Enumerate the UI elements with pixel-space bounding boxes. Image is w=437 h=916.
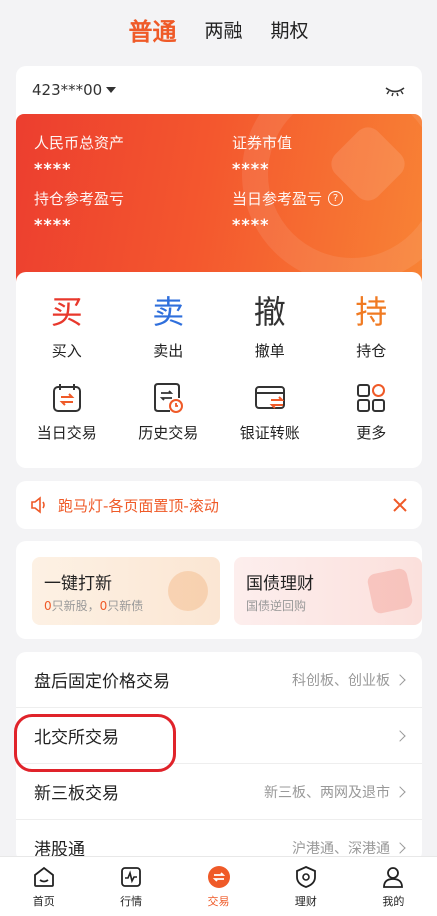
speaker-icon	[31, 496, 45, 514]
card-icon	[366, 567, 414, 615]
position-pl-label: 持仓参考盈亏	[34, 190, 125, 208]
history-doc-icon	[154, 383, 184, 413]
buy-label: 买入	[51, 342, 82, 360]
bond-title: 国债理财	[246, 574, 314, 594]
marquee-text: 跑马灯-各页面置顶-滚动	[58, 496, 219, 515]
trading-menu-list: 盘后固定价格交易 科创板、创业板 北交所交易 新三板交易 新三板、两网及退市 港…	[16, 652, 422, 862]
chevron-right-icon	[394, 729, 406, 742]
list-item-neeq[interactable]: 新三板交易 新三板、两网及退市	[16, 764, 422, 820]
buy-button[interactable]: 买 买入	[16, 290, 118, 361]
day-pl-value: ****	[232, 215, 270, 234]
more-label: 更多	[356, 424, 387, 442]
list-item-hint: 新三板、两网及退市	[264, 784, 390, 801]
sell-button[interactable]: 卖 卖出	[118, 290, 220, 361]
sell-icon: 卖	[152, 293, 185, 331]
account-type-tabs: 普通 两融 期权	[0, 0, 437, 58]
ipo-subtitle: 0只新股，0只新债	[44, 599, 144, 613]
tab-me[interactable]: 我的	[350, 857, 437, 916]
bottom-tab-bar: 首页 行情 交易 理财 我的	[0, 856, 437, 916]
bank-transfer-label: 银证转账	[239, 424, 300, 442]
marquee-notice[interactable]: 跑马灯-各页面置顶-滚动	[16, 481, 422, 529]
account-number: 423***00	[32, 81, 103, 99]
list-item-hint: 科创板、创业板	[292, 672, 390, 689]
chart-pulse-icon	[121, 866, 142, 887]
help-icon[interactable]: ?	[328, 191, 344, 206]
bond-finance-card[interactable]: 国债理财 国债逆回购	[234, 557, 422, 625]
list-item-label: 盘后固定价格交易	[34, 672, 170, 692]
card-transfer-icon	[254, 386, 285, 409]
market-value-value: ****	[232, 159, 270, 178]
list-item-after-hours[interactable]: 盘后固定价格交易 科创板、创业板	[16, 652, 422, 708]
shield-icon	[296, 865, 316, 888]
tab-label: 理财	[294, 894, 317, 908]
tab-home[interactable]: 首页	[0, 857, 87, 916]
chevron-right-icon	[394, 673, 406, 686]
chevron-right-icon	[394, 785, 406, 798]
ipo-subscribe-card[interactable]: 一键打新 0只新股，0只新债	[32, 557, 220, 625]
trade-actions-card: 买 买入 卖 卖出 撤 撤单 持 持仓 当日交易 历史交易 银证转账 更多	[16, 272, 422, 468]
list-item-label: 北交所交易	[34, 728, 119, 748]
tab-label: 我的	[382, 894, 405, 908]
market-value-label: 证券市值	[232, 134, 293, 152]
tab-label: 首页	[32, 894, 55, 908]
tab-normal[interactable]: 普通	[128, 12, 176, 47]
total-assets-value: ****	[34, 159, 72, 178]
tab-wealth[interactable]: 理财	[262, 857, 349, 916]
day-pl-label: 当日参考盈亏	[232, 190, 323, 208]
list-item-bse[interactable]: 北交所交易	[16, 708, 422, 764]
positions-icon: 持	[355, 293, 388, 331]
user-icon	[383, 866, 404, 888]
today-trades-label: 当日交易	[36, 424, 97, 442]
tab-market[interactable]: 行情	[87, 857, 174, 916]
promo-card: 一键打新 0只新股，0只新债 国债理财 国债逆回购	[16, 541, 422, 639]
account-card: 423***00 人民币总资产 **** 证券市值 **** 持仓参考盈亏 **…	[16, 66, 422, 324]
buy-icon: 买	[50, 293, 83, 331]
total-assets-label: 人民币总资产	[34, 134, 125, 152]
position-pl-value: ****	[34, 215, 72, 234]
tab-label: 交易	[207, 894, 230, 908]
ipo-title: 一键打新	[44, 574, 112, 594]
home-icon	[33, 866, 54, 887]
trade-exchange-icon	[207, 865, 230, 888]
hide-eye-icon[interactable]	[384, 83, 406, 97]
sell-label: 卖出	[153, 342, 184, 360]
more-button[interactable]: 更多	[321, 380, 423, 443]
cancel-order-label: 撤单	[254, 342, 285, 360]
tab-label: 行情	[120, 894, 143, 908]
tab-margin[interactable]: 两融	[204, 16, 242, 43]
history-trades-button[interactable]: 历史交易	[118, 380, 220, 443]
close-icon[interactable]	[392, 497, 408, 513]
tab-trade[interactable]: 交易	[175, 857, 262, 916]
tab-options[interactable]: 期权	[271, 16, 309, 43]
caret-down-icon	[106, 87, 117, 93]
list-item-hint: 沪港通、深港通	[292, 840, 390, 857]
list-item-label: 新三板交易	[34, 784, 119, 804]
history-trades-label: 历史交易	[138, 424, 199, 442]
positions-label: 持仓	[356, 342, 387, 360]
account-selector[interactable]: 423***00	[32, 81, 117, 99]
positions-button[interactable]: 持 持仓	[321, 290, 423, 361]
cancel-order-button[interactable]: 撤 撤单	[219, 290, 321, 361]
calendar-transfer-icon	[52, 384, 81, 412]
bank-transfer-button[interactable]: 银证转账	[219, 380, 321, 443]
today-trades-button[interactable]: 当日交易	[16, 380, 118, 443]
yen-coin-icon	[168, 571, 208, 611]
bond-subtitle: 国债逆回购	[246, 599, 307, 613]
grid-more-icon	[357, 384, 386, 412]
chevron-right-icon	[394, 841, 406, 854]
cancel-order-icon: 撤	[253, 293, 286, 331]
